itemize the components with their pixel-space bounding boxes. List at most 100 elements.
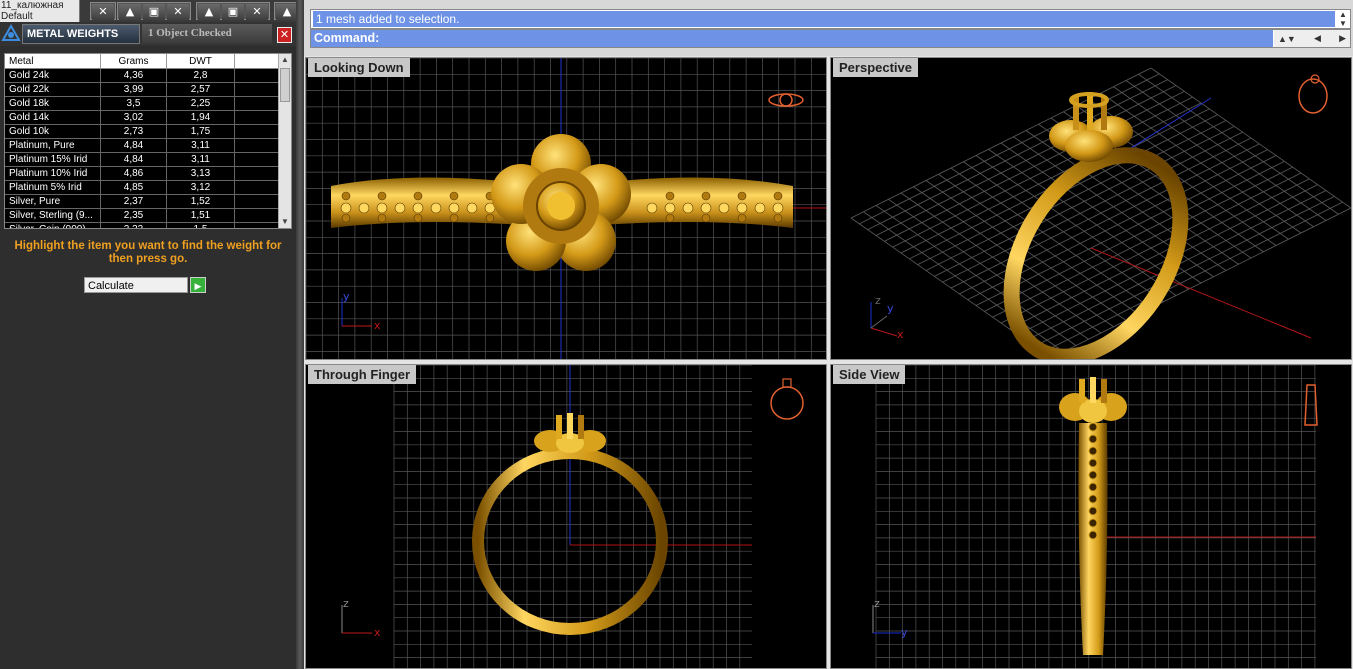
- cell-grams: 4,86: [101, 167, 167, 180]
- cell-grams: 3,5: [101, 97, 167, 110]
- cell-spacer: [235, 167, 279, 180]
- cell-spacer: [235, 195, 279, 208]
- mini-ring-icon: [768, 93, 804, 107]
- save-button-2[interactable]: ▣: [222, 4, 244, 20]
- delete-button-2[interactable]: ✕: [246, 4, 268, 20]
- go-button[interactable]: ▶: [190, 277, 206, 293]
- viewport-perspective[interactable]: z y x Perspective: [830, 57, 1352, 360]
- table-row[interactable]: Gold 22k 3,99 2,57: [5, 83, 279, 97]
- cell-spacer: [235, 69, 279, 82]
- table-row[interactable]: Gold 10k 2,73 1,75: [5, 125, 279, 139]
- scroll-down-icon[interactable]: ▼: [279, 216, 291, 228]
- toolbar-group-1: ✕: [90, 2, 116, 20]
- viewport-through-finger[interactable]: z x Through Finger: [305, 364, 827, 669]
- column-dwt[interactable]: DWT: [167, 54, 235, 68]
- cell-metal: Platinum, Pure: [5, 139, 101, 152]
- cell-metal: Silver, Sterling (9...: [5, 209, 101, 222]
- cell-grams: 4,85: [101, 181, 167, 194]
- cell-spacer: [235, 111, 279, 124]
- command-line: Command: ▲▼ ◀ ▶: [310, 29, 1351, 48]
- app-window: 11_калюжная Default ✕ ▲ ▣ ✕ ▲ ▣ ✕ ▲ META…: [0, 0, 1353, 669]
- cell-metal: Gold 22k: [5, 83, 101, 96]
- cell-spacer: [235, 139, 279, 152]
- table-row[interactable]: Platinum 10% Irid 4,86 3,13: [5, 167, 279, 181]
- table-header: Metal Grams DWT: [5, 54, 279, 69]
- up-button-3[interactable]: ▲: [276, 4, 298, 20]
- cell-metal: Platinum 15% Irid: [5, 153, 101, 166]
- delete-button[interactable]: ✕: [167, 4, 189, 20]
- cell-spacer: [235, 209, 279, 222]
- history-scroll-icon[interactable]: ▲ ▼: [1336, 10, 1350, 28]
- cell-grams: 2,73: [101, 125, 167, 138]
- calculate-field[interactable]: Calculate: [84, 277, 188, 293]
- looking-down-canvas: y x: [306, 58, 826, 359]
- axis-z-label-finger: z: [343, 597, 349, 610]
- metal-weights-table: Metal Grams DWT Gold 24k 4,36 2,8 Gold 22k 3…: [4, 53, 292, 229]
- table-row[interactable]: Platinum 15% Irid 4,84 3,11: [5, 153, 279, 167]
- close-layer-button[interactable]: ✕: [92, 4, 114, 20]
- scroll-thumb[interactable]: [280, 68, 290, 102]
- table-row[interactable]: Silver, Pure 2,37 1,52: [5, 195, 279, 209]
- column-grams[interactable]: Grams: [101, 54, 167, 68]
- cell-metal: Gold 10k: [5, 125, 101, 138]
- spin-icon[interactable]: ▲▼: [1278, 34, 1296, 44]
- cell-dwt: 3,13: [167, 167, 235, 180]
- up-button[interactable]: ▲: [119, 4, 141, 20]
- nav-left-icon[interactable]: ◀: [1314, 33, 1321, 44]
- cell-spacer: [235, 153, 279, 166]
- column-metal[interactable]: Metal: [5, 54, 101, 68]
- through-finger-canvas: z x: [341, 365, 804, 668]
- cell-grams: 4,84: [101, 139, 167, 152]
- viewport-label-through-finger[interactable]: Through Finger: [308, 365, 417, 384]
- scroll-up-icon[interactable]: ▲: [279, 54, 291, 66]
- axis-z-label-persp: z: [875, 294, 881, 307]
- toolbar-group-2: ▲ ▣ ✕: [117, 2, 191, 20]
- viewport-label-perspective[interactable]: Perspective: [833, 58, 918, 77]
- layer-selector[interactable]: 11_калюжная Default: [0, 0, 80, 22]
- side-view-canvas: z y: [872, 365, 1318, 668]
- column-spacer: [235, 54, 279, 68]
- command-area: 1 mesh added to selection. ▲ ▼ Command: ▲…: [304, 0, 1353, 56]
- cell-metal: Gold 24k: [5, 69, 101, 82]
- command-input[interactable]: Command:: [311, 30, 1273, 47]
- top-toolbar: 11_калюжная Default ✕ ▲ ▣ ✕ ▲ ▣ ✕ ▲: [0, 0, 300, 22]
- instruction-text: Highlight the item you want to find the …: [14, 240, 282, 265]
- table-row[interactable]: Platinum 5% Irid 4,85 3,12: [5, 181, 279, 195]
- axis-x-label-finger: x: [374, 626, 381, 639]
- table-row[interactable]: Silver, Sterling (9... 2,35 1,51: [5, 209, 279, 223]
- cell-grams: 3,02: [101, 111, 167, 124]
- viewport-label-looking-down[interactable]: Looking Down: [308, 58, 410, 77]
- cell-dwt: 1,75: [167, 125, 235, 138]
- panel-splitter[interactable]: [296, 0, 304, 669]
- axis-z-label-side: z: [874, 597, 880, 610]
- viewport-label-side-view[interactable]: Side View: [833, 365, 906, 384]
- mini-ring-icon: [1298, 74, 1328, 114]
- nav-right-icon[interactable]: ▶: [1339, 33, 1346, 44]
- layer-name: 11_калюжная: [1, 0, 64, 11]
- close-panel-button[interactable]: ✕: [277, 27, 292, 43]
- viewport-side-view[interactable]: z y Side View: [830, 364, 1352, 669]
- table-row[interactable]: Silver, Coin (900)2,331,5: [5, 223, 279, 228]
- toolbar-group-3: ▲ ▣ ✕: [196, 2, 270, 20]
- table-scrollbar[interactable]: ▲ ▼: [278, 54, 291, 228]
- table-row[interactable]: Gold 24k 4,36 2,8: [5, 69, 279, 83]
- calculate-control: Calculate ▶: [84, 277, 206, 293]
- perspective-canvas: z y x: [850, 67, 1351, 359]
- cell-spacer: [235, 83, 279, 96]
- cell-spacer: [235, 181, 279, 194]
- cell-dwt: 2,25: [167, 97, 235, 110]
- cell-spacer: [235, 125, 279, 138]
- save-button[interactable]: ▣: [143, 4, 165, 20]
- cell-spacer: [235, 223, 279, 228]
- cell-metal: Gold 18k: [5, 97, 101, 110]
- axis-y-label: y: [343, 290, 350, 303]
- viewport-looking-down[interactable]: y x Looking Down: [305, 57, 827, 360]
- history-line: 1 mesh added to selection.: [313, 11, 1335, 27]
- table-row[interactable]: Gold 18k 3,5 2,25: [5, 97, 279, 111]
- cell-grams: 2,37: [101, 195, 167, 208]
- cell-grams: 4,84: [101, 153, 167, 166]
- up-button-2[interactable]: ▲: [198, 4, 220, 20]
- table-row[interactable]: Gold 14k 3,02 1,94: [5, 111, 279, 125]
- table-row[interactable]: Platinum, Pure 4,84 3,11: [5, 139, 279, 153]
- cell-dwt: 2,8: [167, 69, 235, 82]
